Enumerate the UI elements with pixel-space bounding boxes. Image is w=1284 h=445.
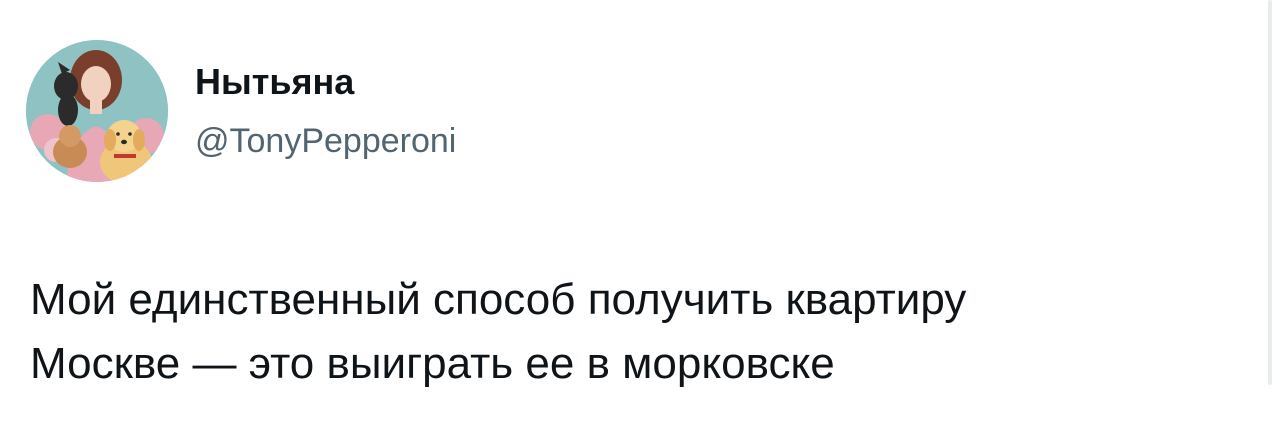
tweet-text: Мой единственный способ получить квартир… bbox=[30, 268, 1250, 396]
scrollbar[interactable] bbox=[1268, 0, 1272, 385]
avatar-illustration bbox=[26, 40, 168, 182]
tweet-text-line: Мой единственный способ получить квартир… bbox=[30, 275, 967, 324]
author-handle[interactable]: @TonyPepperoni bbox=[195, 120, 456, 162]
avatar[interactable] bbox=[26, 40, 168, 182]
tweet-card: Нытьяна @TonyPepperoni Мой единственный … bbox=[0, 0, 1284, 445]
tweet-text-line: Москве — это выиграть ее в морковске bbox=[30, 339, 835, 388]
author-name[interactable]: Нытьяна bbox=[195, 60, 354, 104]
